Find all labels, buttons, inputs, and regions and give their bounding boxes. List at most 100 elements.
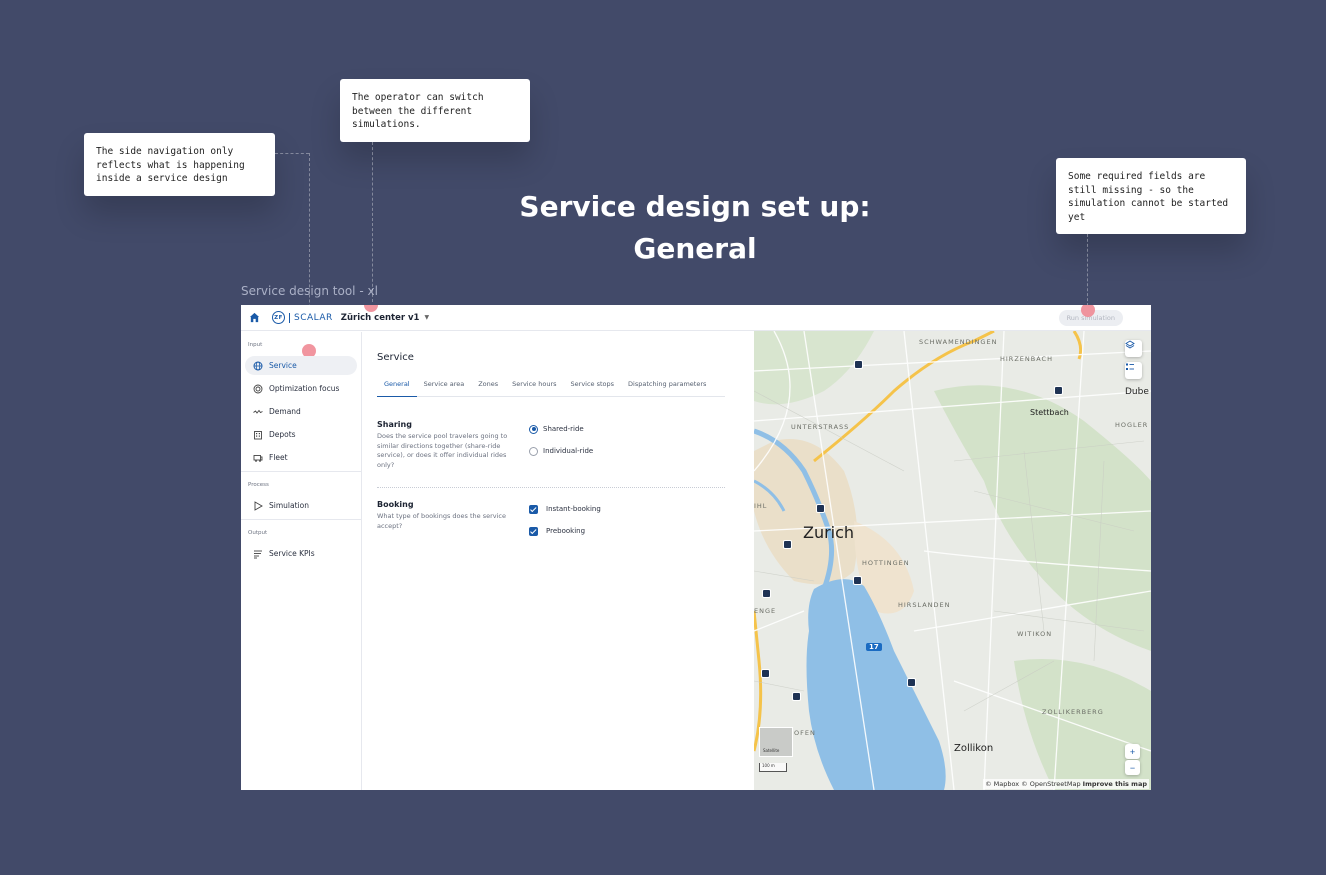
option-label: Prebooking — [546, 527, 586, 535]
map-label-ofen: OFEN — [794, 729, 816, 737]
attribution-text: © Mapbox © OpenStreetMap — [985, 780, 1081, 788]
home-icon[interactable] — [249, 312, 260, 323]
train-station-icon — [792, 692, 801, 701]
zoom-in-button[interactable]: + — [1125, 744, 1140, 759]
map-label-witikon: WITIKON — [1017, 630, 1053, 638]
sidebar-item-label: Demand — [269, 407, 301, 416]
map-label-dube: Dube — [1125, 387, 1149, 397]
tab-service-hours[interactable]: Service hours — [505, 377, 563, 397]
radio-button[interactable] — [529, 446, 538, 456]
instant-booking-checkbox[interactable]: Instant-booking — [529, 498, 601, 520]
layers-icon[interactable] — [1125, 340, 1142, 357]
map-scale: 100 m — [759, 763, 787, 772]
shared-ride-radio[interactable]: Shared-ride — [529, 418, 593, 440]
train-station-icon — [907, 678, 916, 687]
train-station-icon — [853, 576, 862, 585]
zoom-out-button[interactable]: − — [1125, 760, 1140, 775]
tab-service-stops[interactable]: Service stops — [564, 377, 622, 397]
sidebar-item-simulation[interactable]: Simulation — [245, 496, 357, 515]
satellite-toggle[interactable]: Satellite — [759, 727, 793, 757]
prebooking-checkbox[interactable]: Prebooking — [529, 520, 601, 542]
connector-line — [372, 142, 373, 302]
wave-icon — [253, 407, 263, 417]
section-label-input: Input — [248, 342, 263, 348]
zf-logo-icon: ZF — [272, 311, 285, 324]
option-label: Individual-ride — [543, 447, 594, 455]
map-canvas — [754, 331, 1151, 790]
page-title: Service design set up: General — [460, 186, 930, 270]
list-icon — [253, 549, 263, 559]
map-label-hottingen: HOTTINGEN — [862, 559, 910, 567]
sidebar-item-demand[interactable]: Demand — [245, 402, 357, 421]
booking-group: Booking What type of bookings does the s… — [377, 500, 725, 536]
map-label-schwamendingen: SCHWAMENDINGEN — [919, 338, 998, 346]
connector-line — [1087, 234, 1088, 306]
map-label-ihl: IHL — [754, 502, 768, 510]
tab-service-area[interactable]: Service area — [417, 377, 472, 397]
improve-map-link[interactable]: Improve this map — [1083, 780, 1147, 788]
checkbox[interactable] — [529, 504, 538, 514]
tab-bar: General Service area Zones Service hours… — [377, 377, 725, 397]
globe-icon — [253, 361, 263, 371]
play-icon — [253, 500, 263, 511]
brand-separator — [289, 312, 290, 323]
brand-logo: ZF SCALAR — [272, 311, 333, 324]
vehicle-icon — [253, 453, 263, 463]
radio-button[interactable] — [529, 424, 538, 434]
map-view[interactable]: SCHWAMENDINGEN HIRZENBACH Dube Stettbach… — [754, 331, 1151, 790]
section-label-process: Process — [248, 482, 269, 488]
map-label-zollikon: Zollikon — [954, 743, 994, 754]
sidebar-item-label: Depots — [269, 430, 296, 439]
sidebar-item-fleet[interactable]: Fleet — [245, 448, 357, 467]
annotation-side-nav: The side navigation only reflects what i… — [84, 133, 275, 196]
train-station-icon — [761, 669, 770, 678]
map-label-enge: ENGE — [754, 607, 777, 615]
section-heading: Service — [377, 352, 414, 363]
sidebar-item-label: Simulation — [269, 501, 309, 510]
section-divider — [377, 487, 725, 488]
option-label: Shared-ride — [543, 425, 584, 433]
option-label: Instant-booking — [546, 505, 601, 513]
main-content: Service General Service area Zones Servi… — [363, 332, 753, 790]
sidebar-item-label: Service — [269, 361, 297, 370]
sharing-group: Sharing Does the service pool travelers … — [377, 420, 725, 470]
sidebar-item-label: Optimization focus — [269, 384, 340, 393]
individual-ride-radio[interactable]: Individual-ride — [529, 440, 593, 462]
legend-list-icon[interactable] — [1125, 362, 1142, 379]
tab-general[interactable]: General — [377, 377, 417, 397]
sidebar-item-depots[interactable]: Depots — [245, 425, 357, 444]
booking-options: Instant-booking Prebooking — [529, 498, 601, 542]
sidebar-item-service[interactable]: Service — [245, 356, 357, 375]
building-icon — [253, 430, 263, 440]
sidebar-item-optimization-focus[interactable]: Optimization focus — [245, 379, 357, 398]
map-label-hogler: HOGLER — [1115, 421, 1149, 429]
map-label-zollikerberg: ZOLLIKERBERG — [1042, 708, 1104, 716]
sharing-options: Shared-ride Individual-ride — [529, 418, 593, 462]
map-label-unterstrass: UNTERSTRASS — [791, 423, 850, 431]
map-label-hirzenbach: HIRZENBACH — [1000, 355, 1053, 363]
checkbox[interactable] — [529, 526, 538, 536]
train-station-icon — [1054, 386, 1063, 395]
page-title-line2: General — [633, 232, 757, 265]
page-title-line1: Service design set up: — [519, 190, 871, 223]
tab-zones[interactable]: Zones — [471, 377, 505, 397]
map-label-zurich: Zurich — [803, 523, 855, 542]
section-label-output: Output — [248, 530, 268, 536]
brand-name: SCALAR — [294, 312, 333, 323]
map-attribution: © Mapbox © OpenStreetMap Improve this ma… — [983, 779, 1149, 789]
app-window: ZF SCALAR Zürich center v1 ▼ Run simulat… — [241, 305, 1151, 790]
sidebar-item-service-kpis[interactable]: Service KPIs — [245, 544, 357, 563]
train-station-icon — [854, 360, 863, 369]
top-bar: ZF SCALAR Zürich center v1 ▼ Run simulat… — [241, 305, 1151, 331]
booking-description: What type of bookings does the service a… — [377, 512, 506, 530]
sidebar-item-label: Fleet — [269, 453, 288, 462]
connector-line — [275, 153, 309, 154]
annotation-switch-simulation: The operator can switch between the diff… — [340, 79, 530, 142]
chevron-down-icon: ▼ — [424, 314, 430, 321]
simulation-name: Zürich center v1 — [340, 312, 420, 323]
tab-dispatching-parameters[interactable]: Dispatching parameters — [621, 377, 713, 397]
sharing-description: Does the service pool travelers going to… — [377, 432, 508, 469]
sidebar-item-label: Service KPIs — [269, 549, 315, 558]
simulation-switcher[interactable]: Zürich center v1 ▼ — [341, 313, 429, 323]
train-station-icon — [762, 589, 771, 598]
